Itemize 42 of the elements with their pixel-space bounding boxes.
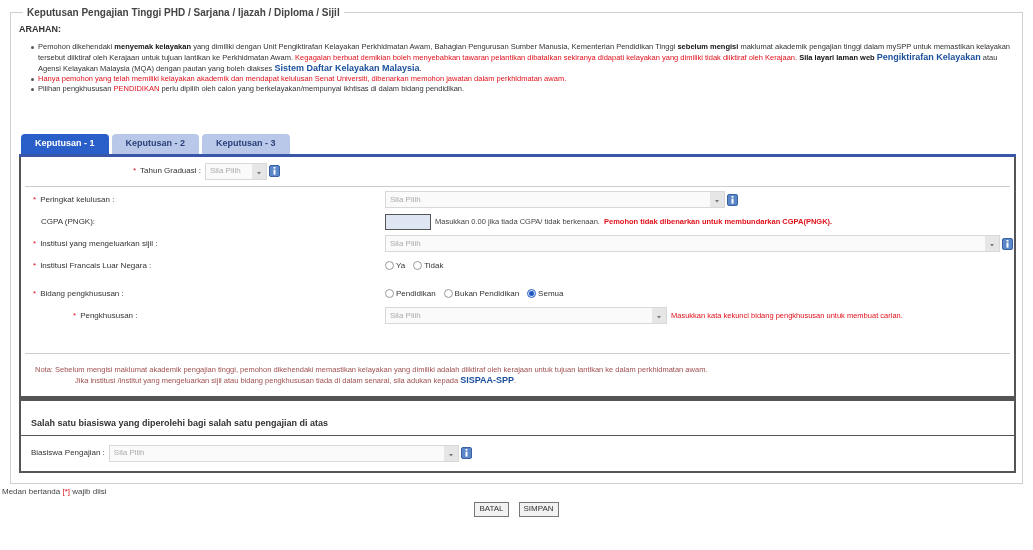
- radio-button[interactable]: [413, 261, 423, 270]
- field-label: * Peringkat kelulusan :: [33, 193, 116, 206]
- bullet-icon: [31, 87, 34, 91]
- field-label: CGPA (PNGK):: [40, 215, 97, 228]
- required-note: Medan bertanda [*] wajib diisi: [2, 485, 108, 498]
- tab[interactable]: Keputusan - 1: [21, 133, 109, 154]
- field-label: * Institusi yang mengeluarkan sijil :: [33, 237, 159, 250]
- section-legend: Keputusan Pengajian Tinggi PHD / Sarjana / Ijazah / Diploma / Sijil: [23, 5, 344, 20]
- field-label: * Institusi Francais Luar Negara :: [33, 259, 153, 272]
- info-icon[interactable]: [460, 447, 472, 459]
- radio-label: Tidak: [424, 259, 444, 272]
- required-asterisk: *: [73, 310, 77, 320]
- field-label: * Bidang pengkhususan :: [33, 287, 125, 300]
- info-icon[interactable]: [727, 193, 738, 206]
- required-asterisk: *: [33, 238, 37, 248]
- required-asterisk: *: [33, 194, 37, 204]
- web-link[interactable]: Pengiktirafan Kelayakan: [876, 51, 981, 62]
- radio-button[interactable]: [385, 289, 394, 298]
- required-asterisk: *: [33, 260, 37, 270]
- info-icon[interactable]: [269, 165, 280, 177]
- radio-label: Ya: [396, 259, 406, 272]
- radio-label: Semua: [538, 287, 564, 300]
- cgpa-input[interactable]: [385, 213, 431, 230]
- required-asterisk: *: [33, 288, 37, 298]
- radio-label: Pendidikan: [396, 287, 436, 300]
- required-asterisk: *: [132, 166, 137, 175]
- tab[interactable]: Keputusan - 2: [111, 133, 200, 154]
- bullet-icon: [31, 45, 34, 49]
- form-button[interactable]: BATAL: [474, 501, 509, 517]
- radio-button[interactable]: [443, 289, 453, 298]
- field-label: * Tahun Graduasi :: [131, 165, 202, 177]
- radio-button[interactable]: [527, 289, 537, 298]
- info-icon[interactable]: [1002, 237, 1013, 250]
- bullet-icon: [31, 77, 34, 81]
- field-label: Biasiswa Pengajian :: [31, 447, 105, 459]
- radio-label: Bukan Pendidikan: [454, 287, 520, 300]
- radio-button[interactable]: [385, 261, 394, 270]
- instructions-title: ARAHAN:: [19, 23, 62, 36]
- tab[interactable]: Keputusan - 3: [202, 133, 290, 154]
- form-button[interactable]: SIMPAN: [518, 501, 559, 517]
- section-heading: Salah satu biasiswa yang diperolehi bagi salah satu pengajian di atas: [31, 417, 329, 428]
- field-label: * Pengkhususan :: [72, 309, 139, 322]
